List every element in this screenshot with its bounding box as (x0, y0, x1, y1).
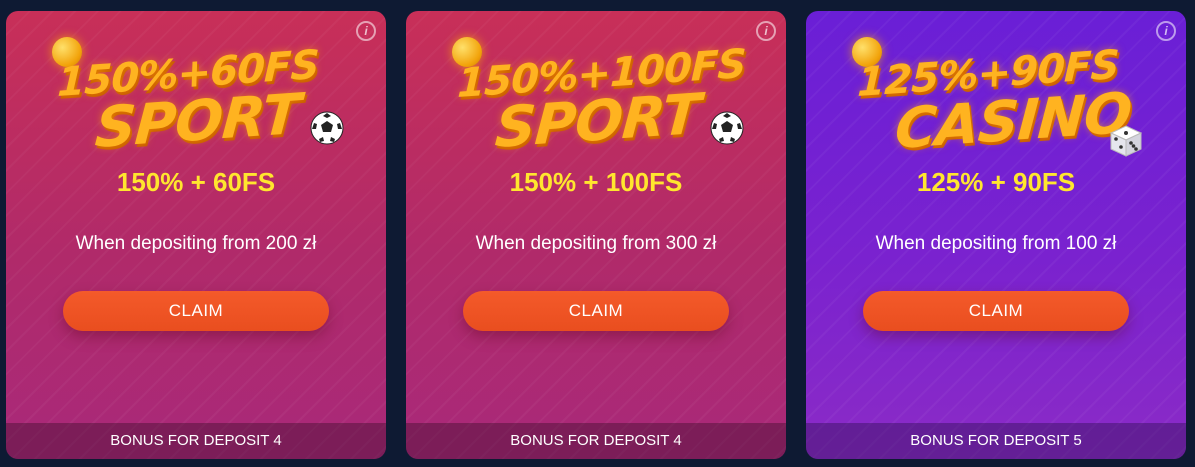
artwork-category-text: SPORT (492, 82, 702, 161)
bonus-artwork: 150%+60FS SPORT (46, 35, 346, 161)
deposit-condition: When depositing from 200 zł (75, 233, 317, 254)
bonus-card-row: i 150%+60FS SPORT 150% + 60FS When depos… (0, 0, 1195, 467)
bonus-artwork: 150%+100FS SPORT (446, 35, 746, 161)
bonus-headline: 150% + 100FS (509, 167, 683, 197)
info-icon[interactable]: i (1156, 21, 1176, 41)
bonus-headline: 150% + 60FS (116, 167, 276, 197)
info-icon[interactable]: i (356, 21, 376, 41)
soccer-ball-icon (310, 111, 344, 145)
deposit-condition: When depositing from 100 zł (875, 233, 1117, 254)
claim-button[interactable]: CLAIM (63, 291, 329, 331)
deposit-condition: When depositing from 300 zł (475, 233, 717, 254)
claim-button[interactable]: CLAIM (863, 291, 1129, 331)
claim-button[interactable]: CLAIM (463, 291, 729, 331)
bonus-card: i 150%+60FS SPORT 150% + 60FS When depos… (6, 11, 386, 459)
soccer-ball-icon (710, 111, 744, 145)
bonus-deposit-label: BONUS FOR DEPOSIT 4 (406, 423, 786, 459)
bonus-artwork: 125%+90FS CASINO (846, 35, 1146, 162)
info-icon[interactable]: i (756, 21, 776, 41)
bonus-card: i 150%+100FS SPORT 150% + 100FS When dep… (406, 11, 786, 459)
dice-icon (1109, 125, 1143, 157)
bonus-deposit-label: BONUS FOR DEPOSIT 5 (806, 423, 1186, 459)
bonus-card: i 125%+90FS CASINO 125% + 90FS When depo… (806, 11, 1186, 459)
bonus-headline: 125% + 90FS (916, 167, 1076, 197)
bonus-deposit-label: BONUS FOR DEPOSIT 4 (6, 423, 386, 459)
artwork-category-text: SPORT (92, 82, 302, 161)
